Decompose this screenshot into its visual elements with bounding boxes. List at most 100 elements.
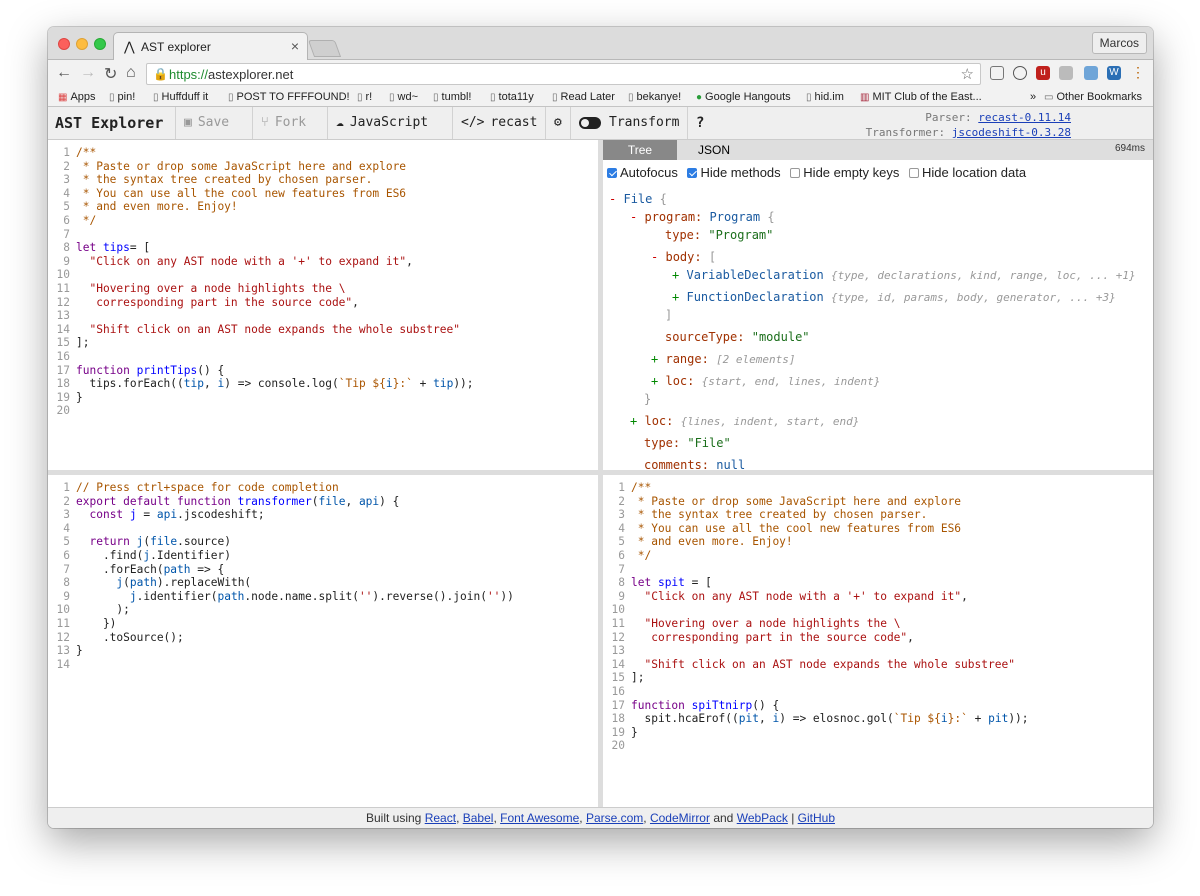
- back-arrow-icon[interactable]: ←: [56, 64, 72, 82]
- code-token: ) => console.log(: [224, 377, 339, 391]
- code-token: }): [76, 616, 117, 630]
- extension-icon[interactable]: [1084, 66, 1098, 80]
- tree-node-program[interactable]: - program: Program {: [630, 210, 775, 224]
- minimize-window-button[interactable]: [76, 38, 88, 50]
- close-tab-icon[interactable]: ×: [291, 38, 299, 54]
- code-line: * Paste or drop some JavaScript here and…: [631, 495, 1029, 509]
- line-numbers: 1 2 3 4 5 6 7 8 9 10 11 12 13 14 15 16 17 18 19 20: [48, 146, 70, 418]
- tree-node-file[interactable]: - File {: [609, 192, 667, 206]
- bookmark-item[interactable]: ▯ r!: [357, 91, 372, 103]
- browser-tab[interactable]: ⋀ AST explorer ×: [113, 32, 308, 60]
- language-select-button[interactable]: ☁ JavaScript: [327, 107, 436, 139]
- transform-code[interactable]: // Press ctrl+space for code completion e…: [76, 481, 514, 671]
- tree-node-variable-declaration[interactable]: + VariableDeclaration {type, declaration…: [672, 268, 1136, 282]
- collapse-icon[interactable]: -: [630, 210, 637, 224]
- footer-link-parse[interactable]: Parse.com: [586, 811, 643, 825]
- forward-arrow-icon[interactable]: →: [80, 64, 96, 82]
- tree-brace-close: }: [644, 392, 652, 406]
- output-code[interactable]: /** * Paste or drop some JavaScript here…: [631, 481, 1029, 753]
- hide-empty-keys-checkbox[interactable]: [790, 168, 801, 178]
- shield-extension-icon[interactable]: [1059, 66, 1073, 80]
- tree-node-body[interactable]: - body: [: [651, 250, 716, 264]
- source-code[interactable]: /** * Paste or drop some JavaScript here…: [76, 146, 474, 418]
- help-button[interactable]: ?: [687, 107, 712, 139]
- page-icon: ▯: [153, 92, 159, 103]
- bookmark-item[interactable]: ● Google Hangouts: [696, 91, 791, 103]
- autofocus-option[interactable]: Autofocus: [607, 165, 678, 180]
- footer-link-webpack[interactable]: WebPack: [737, 811, 788, 825]
- bookmark-star-icon[interactable]: ☆: [961, 65, 974, 83]
- expand-icon[interactable]: +: [651, 352, 658, 366]
- hide-methods-option[interactable]: Hide methods: [687, 165, 781, 180]
- footer-link-react[interactable]: React: [425, 811, 456, 825]
- wappalyzer-icon[interactable]: W: [1107, 66, 1121, 80]
- tree-node-loc[interactable]: + loc: {start, end, lines, indent}: [651, 374, 880, 388]
- ublock-icon[interactable]: u: [1036, 66, 1050, 80]
- transform-toggle-button[interactable]: Transform: [570, 107, 687, 139]
- expand-icon[interactable]: +: [651, 374, 658, 388]
- browser-window: ⋀ AST explorer × Marcos ← → ↻ ⌂ 🔒 https:…: [48, 27, 1153, 828]
- bookmark-item[interactable]: ▥ MIT Club of the East...: [860, 91, 982, 103]
- bookmark-item[interactable]: ▯ hid.im: [806, 91, 844, 103]
- bookmark-item[interactable]: ▯ tota11y: [490, 91, 534, 103]
- line-number: 18: [611, 712, 625, 726]
- hide-location-checkbox[interactable]: [909, 168, 920, 178]
- profile-button[interactable]: Marcos: [1091, 32, 1147, 54]
- save-button[interactable]: ▣ Save: [175, 107, 237, 139]
- bookmark-item[interactable]: ▯ Huffduff it: [153, 91, 208, 103]
- collapse-icon[interactable]: -: [609, 192, 616, 206]
- bookmark-item[interactable]: ▯ pin!: [109, 91, 135, 103]
- hide-empty-keys-option[interactable]: Hide empty keys: [790, 165, 899, 180]
- cast-icon[interactable]: [990, 66, 1004, 80]
- maximize-window-button[interactable]: [94, 38, 106, 50]
- collapse-icon[interactable]: -: [651, 250, 658, 264]
- code-token: return: [89, 535, 137, 549]
- expand-icon[interactable]: +: [630, 414, 637, 428]
- code-token: */: [631, 548, 652, 562]
- parser-select-button[interactable]: </> recast: [452, 107, 545, 139]
- bookmark-other[interactable]: ▭ Other Bookmarks: [1044, 91, 1142, 103]
- tab-tree[interactable]: Tree: [603, 140, 677, 160]
- bookmark-item[interactable]: ▯ bekanye!: [628, 91, 681, 103]
- autofocus-checkbox[interactable]: [607, 168, 617, 178]
- bookmark-apps[interactable]: ▦ Apps: [58, 91, 96, 103]
- code-token: .source): [177, 535, 231, 549]
- footer-link-babel[interactable]: Babel: [463, 811, 494, 825]
- reload-icon[interactable]: ↻: [104, 64, 117, 84]
- footer-link-github[interactable]: GitHub: [798, 811, 835, 825]
- home-icon[interactable]: ⌂: [126, 64, 136, 82]
- parser-settings-button[interactable]: ⚙: [545, 107, 570, 139]
- tree-node-function-declaration[interactable]: + FunctionDeclaration {type, id, params,…: [672, 290, 1116, 304]
- footer-link-font-awesome[interactable]: Font Awesome: [500, 811, 579, 825]
- page-icon: ▯: [389, 92, 395, 103]
- expand-icon[interactable]: +: [672, 290, 679, 304]
- tree-node-file-loc[interactable]: + loc: {lines, indent, start, end}: [630, 414, 859, 428]
- tab-json[interactable]: JSON: [677, 140, 751, 160]
- fork-button[interactable]: ⑂ Fork: [252, 107, 314, 139]
- info-extension-icon[interactable]: [1013, 66, 1027, 80]
- parser-version-link[interactable]: recast-0.11.14: [978, 111, 1071, 124]
- code-token: }: [76, 644, 83, 658]
- code-token: corresponding part in the source code": [76, 295, 353, 309]
- close-window-button[interactable]: [58, 38, 70, 50]
- footer: Built using React, Babel, Font Awesome, …: [48, 807, 1153, 828]
- transformer-version-link[interactable]: jscodeshift-0.3.28: [952, 126, 1071, 139]
- expand-icon[interactable]: +: [672, 268, 679, 282]
- source-editor[interactable]: 1 2 3 4 5 6 7 8 9 10 11 12 13 14 15 16 17 18 19 20 /** * Pa…: [48, 140, 598, 470]
- bookmark-item[interactable]: ▯ Read Later: [552, 91, 615, 103]
- bookmarks-overflow-icon[interactable]: »: [1030, 91, 1036, 103]
- bookmark-item[interactable]: ▯ tumbl!: [433, 91, 471, 103]
- hide-location-option[interactable]: Hide location data: [909, 165, 1026, 180]
- bookmark-item[interactable]: ▯ POST TO FFFFOUND!: [228, 91, 350, 103]
- footer-link-codemirror[interactable]: CodeMirror: [650, 811, 710, 825]
- bookmark-item[interactable]: ▯ wd~: [389, 91, 418, 103]
- transform-output[interactable]: 1 2 3 4 5 6 7 8 9 10 11 12 13 14 15 16 17 18 19 20 /** * Pa…: [603, 475, 1153, 807]
- transform-editor[interactable]: 1 2 3 4 5 6 7 8 9 10 11 12 13 14 // Press ctrl+space …: [48, 475, 598, 807]
- code-line: */: [76, 214, 474, 228]
- new-tab-button[interactable]: [307, 40, 342, 57]
- menu-dots-icon[interactable]: ⋮: [1131, 64, 1145, 81]
- tree-node-range[interactable]: + range: [2 elements]: [651, 352, 796, 366]
- hide-methods-checkbox[interactable]: [687, 168, 698, 178]
- url-input[interactable]: 🔒 https://astexplorer.net ☆: [146, 63, 981, 85]
